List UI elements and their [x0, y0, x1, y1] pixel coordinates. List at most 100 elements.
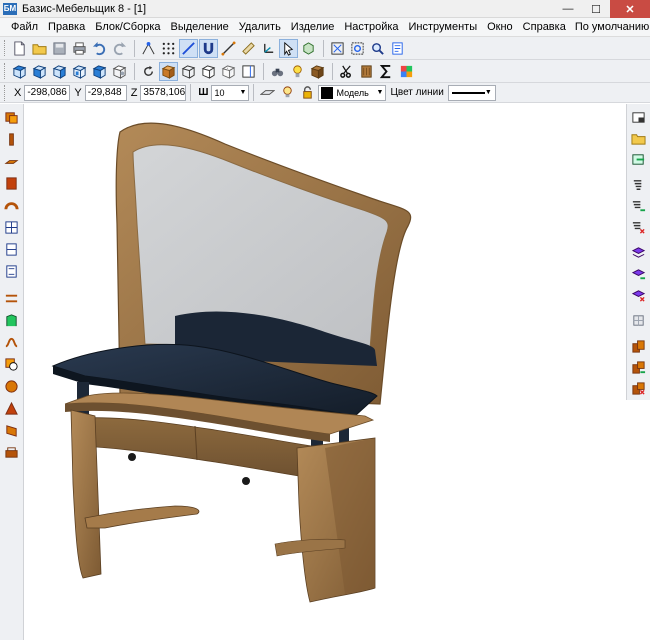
- left-toolbar: [0, 104, 24, 640]
- window-layout-icon[interactable]: [629, 107, 648, 127]
- menu-bar: Файл Правка Блок/Сборка Выделение Удалит…: [0, 18, 650, 37]
- 3d-viewport[interactable]: [25, 104, 625, 640]
- hidden-line-icon[interactable]: [199, 62, 218, 81]
- light-bulb-icon[interactable]: [278, 83, 297, 102]
- screw-remove-icon[interactable]: [629, 217, 648, 237]
- line-tool-icon[interactable]: [179, 38, 198, 58]
- view-top-icon[interactable]: [10, 62, 29, 81]
- z-coord-field[interactable]: 3578,106: [140, 84, 187, 101]
- open-folder-icon[interactable]: [30, 39, 49, 58]
- layer-add-icon[interactable]: [629, 264, 648, 284]
- menu-delete[interactable]: Удалить: [234, 18, 286, 37]
- group-icon[interactable]: [629, 311, 648, 331]
- save-icon[interactable]: [50, 39, 69, 58]
- light-icon[interactable]: [288, 62, 307, 81]
- ruler-icon[interactable]: [239, 39, 258, 58]
- toolbar-grip[interactable]: [4, 63, 7, 79]
- panel-box-icon[interactable]: [2, 173, 21, 194]
- menu-product[interactable]: Изделие: [286, 18, 340, 37]
- cut-panel-icon[interactable]: [2, 420, 21, 441]
- material-icon[interactable]: [308, 62, 327, 81]
- grid-snap-icon[interactable]: [159, 39, 178, 58]
- select-cursor-icon[interactable]: [279, 38, 298, 58]
- undo-icon[interactable]: [90, 39, 109, 58]
- plane-icon[interactable]: [258, 83, 277, 102]
- render-icon[interactable]: [268, 62, 287, 81]
- door-icon[interactable]: [2, 217, 21, 238]
- menu-help[interactable]: Справка: [518, 18, 571, 37]
- step-value: 10: [214, 87, 225, 98]
- box-icon[interactable]: [219, 62, 238, 81]
- fastener-icon[interactable]: [2, 442, 21, 463]
- toolbar-grip[interactable]: [4, 84, 7, 101]
- minimize-button[interactable]: —: [554, 0, 582, 18]
- view-left-icon[interactable]: [50, 62, 69, 81]
- assembly-remove-icon[interactable]: [629, 379, 648, 399]
- maximize-button[interactable]: ☐: [582, 0, 610, 18]
- zoom-extents-icon[interactable]: [328, 39, 347, 58]
- properties-icon[interactable]: [388, 39, 407, 58]
- print-icon[interactable]: [70, 39, 89, 58]
- menu-selection[interactable]: Выделение: [166, 18, 234, 37]
- layout-preset-dropdown[interactable]: По умолчанию ▼: [575, 21, 650, 33]
- redo-icon[interactable]: [110, 39, 129, 58]
- view-front-icon[interactable]: [30, 62, 49, 81]
- menu-edit[interactable]: Правка: [43, 18, 90, 37]
- snap-node-icon[interactable]: [139, 39, 158, 58]
- measure-icon[interactable]: [219, 39, 238, 58]
- menu-block-assembly[interactable]: Блок/Сборка: [90, 18, 165, 37]
- layer-remove-icon[interactable]: [629, 285, 648, 305]
- menu-window[interactable]: Окно: [482, 18, 518, 37]
- magnet-icon[interactable]: [199, 38, 218, 58]
- export-icon[interactable]: [629, 149, 648, 169]
- panel-icon[interactable]: [239, 62, 258, 81]
- folder-icon[interactable]: [629, 128, 648, 148]
- menu-settings[interactable]: Настройка: [339, 18, 403, 37]
- wireframe-icon[interactable]: [179, 62, 198, 81]
- close-button[interactable]: ✕: [610, 0, 650, 18]
- screw-add-icon[interactable]: [629, 196, 648, 216]
- menu-file[interactable]: Файл: [0, 18, 43, 37]
- axis-icon[interactable]: [259, 39, 278, 58]
- z-coord-label: Z: [130, 86, 138, 99]
- panel-front-icon[interactable]: [2, 151, 21, 172]
- new-file-icon[interactable]: [10, 39, 29, 58]
- 3d-orbit-icon[interactable]: [299, 39, 318, 58]
- step-dropdown[interactable]: 10 ▼: [211, 84, 250, 101]
- rotate-view-icon[interactable]: [139, 62, 158, 81]
- drawer-icon[interactable]: [2, 239, 21, 260]
- panel-horizontal-icon[interactable]: [2, 107, 21, 128]
- title-bar: БМ Базис-Мебельщик 8 - [1] — ☐ ✕: [0, 0, 650, 18]
- shelf-icon[interactable]: [2, 288, 21, 309]
- assembly-add-icon[interactable]: [629, 358, 648, 378]
- cut-icon[interactable]: [337, 62, 356, 81]
- y-coord-field[interactable]: -29,848: [84, 84, 127, 101]
- zoom-icon[interactable]: [368, 39, 387, 58]
- profile-icon[interactable]: [2, 310, 21, 331]
- app-logo-icon: БМ: [3, 2, 17, 15]
- x-coord-field[interactable]: -298,086: [24, 84, 71, 101]
- line-color-dropdown[interactable]: ▼: [447, 84, 496, 101]
- bent-panel-icon[interactable]: [2, 195, 21, 216]
- assembly-icon[interactable]: [629, 337, 648, 357]
- sum-icon[interactable]: [377, 62, 396, 81]
- lock-icon[interactable]: [298, 83, 317, 102]
- toolbar-grip[interactable]: [4, 40, 7, 56]
- hole-icon[interactable]: [2, 354, 21, 375]
- zoom-window-icon[interactable]: [348, 39, 367, 58]
- view-iso-icon[interactable]: [90, 62, 109, 81]
- menu-tools[interactable]: Инструменты: [404, 18, 483, 37]
- view-right-icon[interactable]: [70, 62, 89, 81]
- palette-icon[interactable]: [397, 62, 416, 81]
- sphere-icon[interactable]: [2, 376, 21, 397]
- shaded-icon[interactable]: [159, 61, 178, 81]
- frame-icon[interactable]: [2, 261, 21, 282]
- screw-icon[interactable]: [629, 175, 648, 195]
- layer-dropdown[interactable]: Модель ▼: [318, 84, 387, 101]
- layer-icon[interactable]: [629, 243, 648, 263]
- texture-icon[interactable]: [357, 62, 376, 81]
- pyramid-icon[interactable]: [2, 398, 21, 419]
- panel-vertical-icon[interactable]: [2, 129, 21, 150]
- curve-icon[interactable]: [2, 332, 21, 353]
- view-back-icon[interactable]: [110, 62, 129, 81]
